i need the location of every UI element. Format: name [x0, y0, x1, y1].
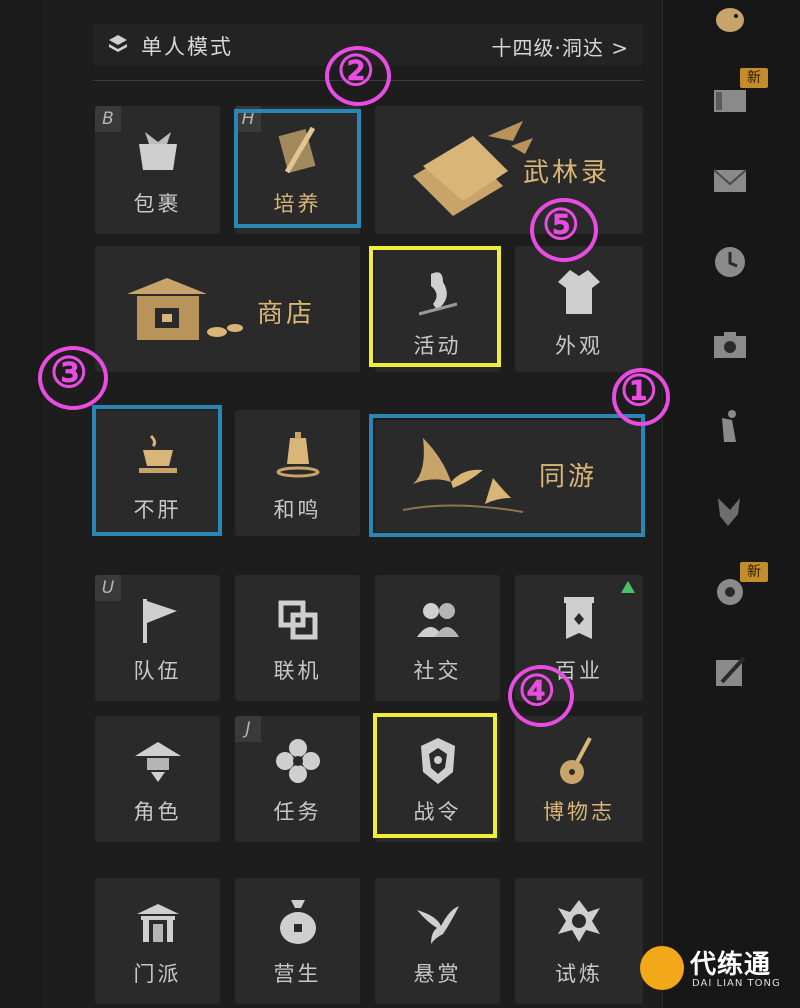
brand-name: 代练通: [690, 950, 772, 980]
tile-label: 战令: [413, 800, 462, 824]
tile-tongyou[interactable]: 同游: [375, 420, 643, 532]
new-badge: 新: [740, 68, 768, 88]
tile-label: 任务: [273, 800, 322, 824]
tile-label: 队伍: [133, 659, 182, 683]
tile-museum[interactable]: 博物志: [515, 716, 643, 842]
tile-shop[interactable]: 商店: [95, 246, 360, 372]
brand-logo: [640, 946, 684, 990]
tile-appearance[interactable]: 外观: [515, 246, 643, 372]
level-link[interactable]: 十四级·洞达 >: [492, 32, 629, 61]
cranes-icon: [402, 438, 524, 513]
swallow-icon: [416, 906, 459, 944]
tile-label: 门派: [133, 962, 182, 986]
hotkey-badge: U: [95, 575, 121, 601]
tile-bounty[interactable]: 悬赏: [375, 878, 500, 1004]
hand-icon[interactable]: [710, 490, 750, 530]
people-icon: [416, 603, 459, 637]
hotkey-badge: J: [235, 716, 261, 742]
up-arrow-indicator: [621, 581, 635, 593]
brand-watermark: 代练通 DAI LIAN TONG: [640, 940, 790, 1000]
bag-icon: [138, 132, 177, 170]
tile-label: 同游: [539, 462, 598, 492]
link-icon: [278, 600, 317, 640]
money-bag-icon: [279, 900, 316, 944]
tile-label: 武林录: [523, 158, 611, 188]
tile-livelihood[interactable]: 营生: [235, 878, 360, 1004]
flower-icon: [275, 739, 320, 783]
bird-icon: [418, 272, 457, 316]
shop-icon: [127, 278, 243, 340]
tile-team[interactable]: U 队伍: [95, 575, 220, 701]
tile-zhanling[interactable]: 战令: [375, 716, 500, 842]
banner-icon: [564, 597, 594, 639]
tile-label: 包裹: [133, 192, 182, 216]
flag-icon: [142, 599, 177, 643]
pose-icon[interactable]: [710, 406, 750, 446]
tile-trial[interactable]: 试炼: [515, 878, 643, 1004]
tile-label: 社交: [413, 659, 462, 683]
tile-buggan[interactable]: 不肝: [95, 410, 220, 536]
hat-icon: [134, 742, 181, 782]
tile-cultivate[interactable]: H 培养: [235, 106, 360, 234]
tile-heming[interactable]: 和鸣: [235, 410, 360, 536]
tile-online[interactable]: 联机: [235, 575, 360, 701]
annotation-number-2: ②: [337, 46, 375, 95]
tile-label: 和鸣: [273, 498, 322, 522]
tile-label: 培养: [273, 192, 322, 216]
tile-bag[interactable]: B 包裹: [95, 106, 220, 234]
tile-label: 试炼: [555, 962, 603, 986]
mail-icon[interactable]: [710, 160, 750, 200]
hotkey-badge: B: [95, 106, 121, 132]
annotation-number-1: ①: [620, 366, 658, 415]
gate-icon: [136, 904, 179, 942]
clock-icon[interactable]: [710, 242, 750, 282]
tea-cup-icon: [138, 434, 177, 473]
tile-label: 外观: [555, 334, 603, 358]
sword-scroll-icon: [278, 126, 315, 174]
bird-avatar-icon[interactable]: [710, 0, 750, 40]
tile-label: 营生: [273, 962, 322, 986]
pipa-icon: [560, 737, 592, 784]
robe-icon: [558, 270, 600, 314]
tile-label: 角色: [133, 800, 182, 824]
tile-label: 活动: [413, 334, 462, 358]
tile-label: 博物志: [543, 800, 615, 824]
new-badge: 新: [740, 562, 768, 582]
bell-icon: [276, 432, 319, 478]
tile-role[interactable]: 角色: [95, 716, 220, 842]
vortex-icon: [558, 900, 600, 942]
camera-icon[interactable]: [710, 324, 750, 364]
hotkey-badge: H: [235, 106, 261, 132]
annotation-number-5: ⑤: [542, 200, 580, 249]
edit-icon[interactable]: [710, 652, 750, 692]
tile-social[interactable]: 社交: [375, 575, 500, 701]
tile-sect[interactable]: 门派: [95, 878, 220, 1004]
tile-activity[interactable]: 活动: [375, 246, 500, 372]
tile-task[interactable]: J 任务: [235, 716, 360, 842]
annotation-number-4: ④: [518, 666, 556, 715]
tile-label: 商店: [257, 299, 316, 329]
annotation-number-3: ③: [50, 348, 88, 397]
mode-label: 单人模式: [141, 35, 233, 59]
tile-label: 不肝: [133, 498, 182, 522]
tile-wulin[interactable]: 武林录: [375, 106, 643, 234]
tile-label: 联机: [273, 659, 322, 683]
mode-icon: [109, 35, 127, 52]
shield-token-icon: [420, 738, 455, 784]
tile-label: 悬赏: [413, 962, 462, 986]
brand-subtitle: DAI LIAN TONG: [692, 978, 781, 989]
wulin-book-icon: [413, 121, 533, 216]
